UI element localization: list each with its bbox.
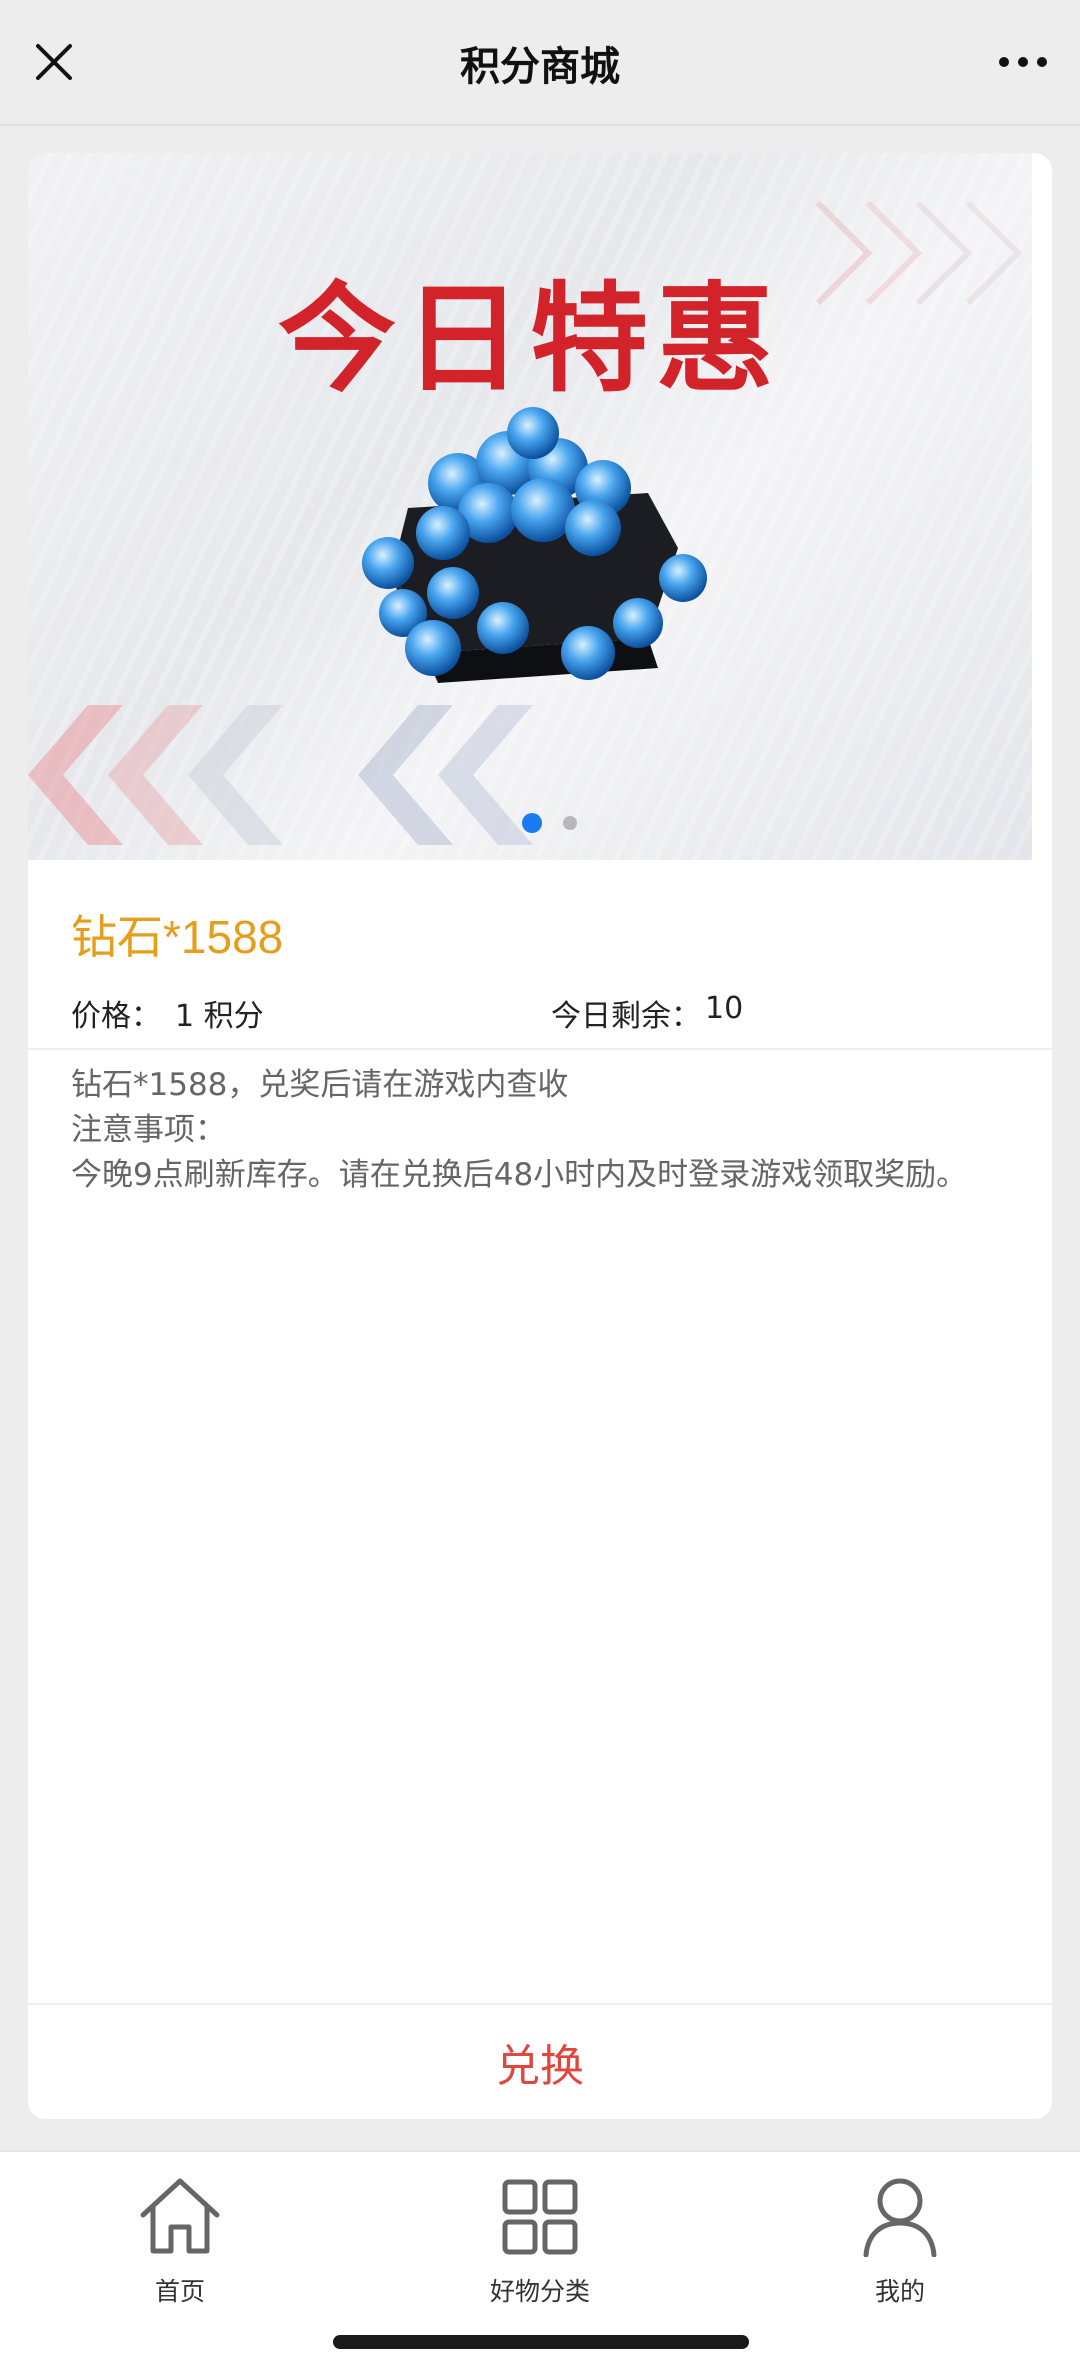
tab-label: 好物分类 [489,2277,590,2306]
banner-headline: 今日特惠 [277,270,782,408]
price-label: 价格： [71,999,161,1034]
tab-me[interactable]: 我的 [790,2172,1010,2312]
price-value: 1 积分 [175,999,264,1034]
nav-divider [0,124,1080,126]
tab-home[interactable]: 首页 [70,2172,290,2312]
tab-label: 我的 [874,2277,925,2306]
section-divider [28,1048,1052,1050]
remaining-value: 10 [705,991,744,1026]
remaining-label: 今日剩余： [551,999,701,1034]
carousel-dot[interactable] [563,816,577,830]
exchange-button[interactable]: 兑换 [28,2005,1052,2119]
description-line: 钻石*1588，兑奖后请在游戏内查收 [71,1067,569,1103]
close-icon[interactable] [24,32,84,92]
description-line: 注意事项： [71,1112,226,1148]
user-icon [855,2172,945,2262]
tab-categories[interactable]: 好物分类 [430,2172,650,2312]
banner-carousel[interactable]: 今日特惠 [28,153,1032,860]
diamond-box-image [362,407,707,683]
tab-label: 首页 [154,2277,205,2306]
more-icon[interactable] [988,32,1058,92]
chevron-decoration-icon [28,705,533,845]
carousel-dot-active[interactable] [522,813,542,833]
home-indicator [333,2335,749,2349]
top-nav-bar: 积分商城 [0,0,1080,126]
page-title: 积分商城 [460,44,620,90]
home-icon [135,2172,225,2262]
description-line: 今晚9点刷新库存。请在兑换后48小时内及时登录游戏领取奖励。 [71,1157,968,1193]
product-description: 钻石*1588，兑奖后请在游戏内查收 注意事项： 今晚9点刷新库存。请在兑换后4… [71,1063,1021,1198]
grid-icon [495,2172,585,2262]
product-card: 今日特惠 钻石*1588 价格： 1 积分 今日剩余： 10 钻石*1588，兑… [28,153,1052,2119]
product-title: 钻石*1588 [71,911,284,963]
